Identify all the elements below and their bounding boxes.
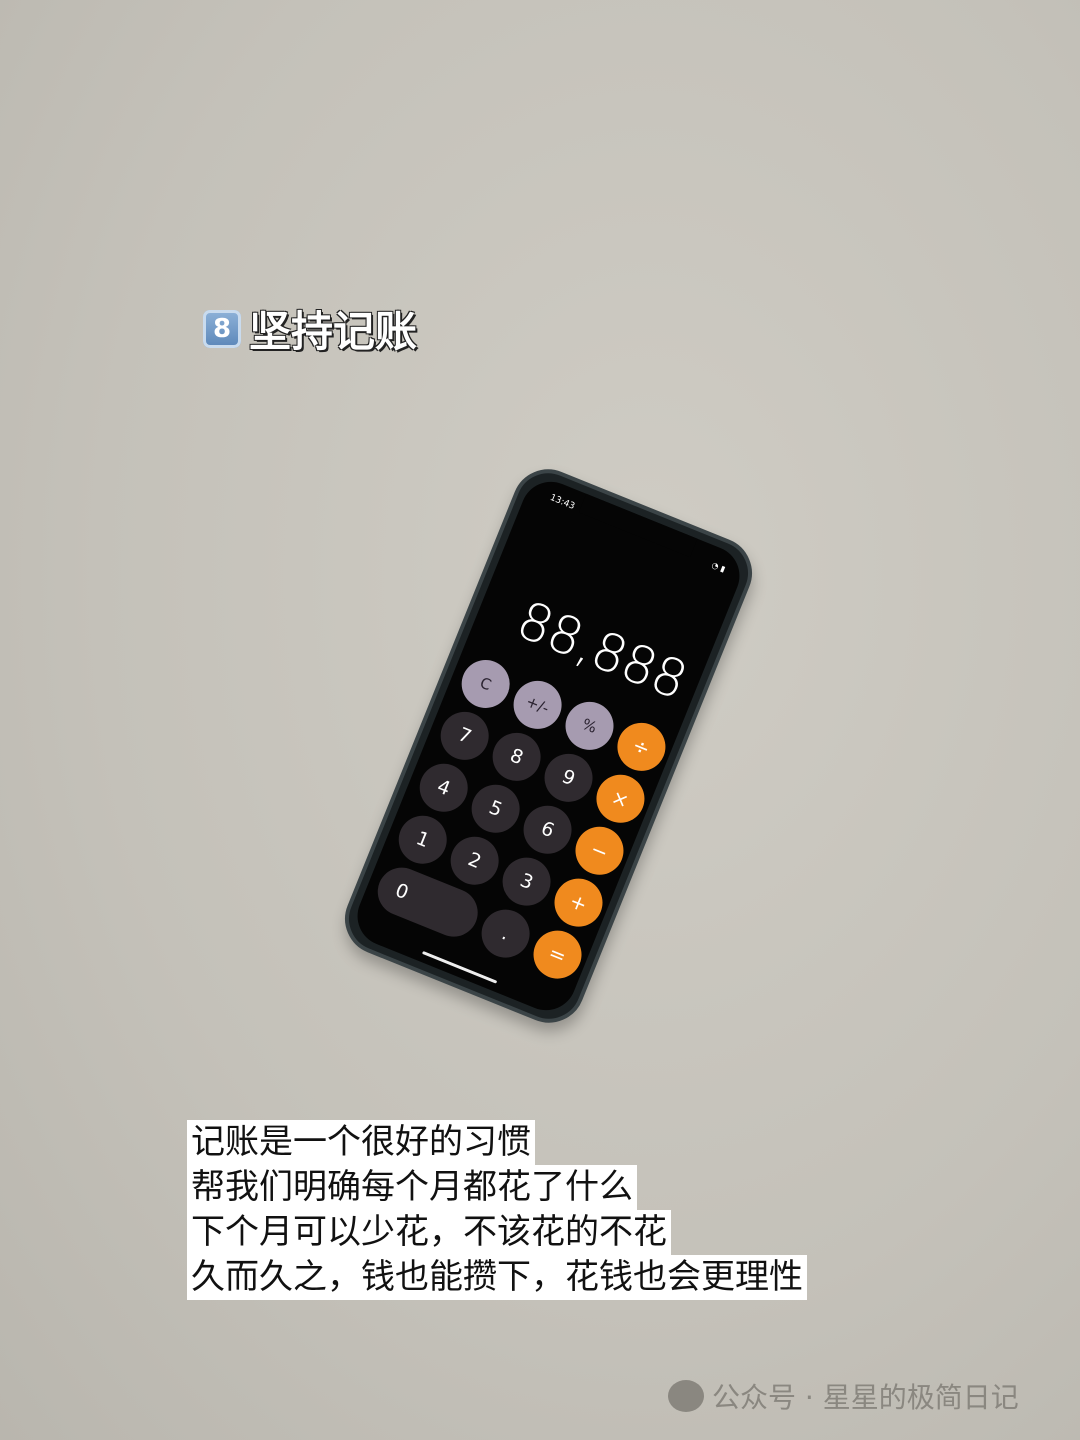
key-3[interactable]: 3: [495, 850, 558, 913]
key-6[interactable]: 6: [516, 798, 579, 861]
keypad: C +/- % ÷ 7 8 9 × 4 5 6 − 1 2 3 + 0 . =: [370, 652, 673, 986]
status-time: 13:43: [548, 492, 577, 512]
key-clear[interactable]: C: [454, 652, 517, 716]
key-sign[interactable]: +/-: [506, 673, 569, 737]
watermark-text: 公众号 · 星星的极简日记: [712, 1381, 1019, 1414]
caption-line: 帮我们明确每个月都花了什么: [187, 1165, 637, 1210]
watermark: 公众号 · 星星的极简日记: [668, 1376, 1019, 1416]
caption-line: 记账是一个很好的习惯: [187, 1120, 535, 1165]
wechat-icon: [668, 1380, 704, 1412]
wifi-battery-icon: ◔ ▮: [710, 560, 727, 574]
key-multiply[interactable]: ×: [589, 767, 652, 831]
title-text: 坚持记账: [249, 307, 418, 356]
notch: [578, 491, 698, 558]
key-9[interactable]: 9: [537, 746, 600, 810]
home-indicator: [421, 950, 497, 984]
key-1[interactable]: 1: [391, 808, 454, 871]
caption-line: 久而久之，钱也能攒下，花钱也会更理性: [187, 1255, 807, 1300]
key-decimal[interactable]: .: [474, 902, 537, 965]
key-minus[interactable]: −: [568, 819, 631, 882]
key-2[interactable]: 2: [443, 829, 506, 892]
key-8[interactable]: 8: [485, 725, 548, 789]
keycap-number-icon: 8: [203, 309, 241, 348]
caption-line: 下个月可以少花，不该花的不花: [187, 1210, 671, 1255]
section-title: 8 坚持记账: [203, 298, 417, 359]
key-equals[interactable]: =: [526, 923, 589, 986]
key-4[interactable]: 4: [412, 756, 475, 820]
key-plus[interactable]: +: [547, 871, 610, 934]
calculator-screen: 13:43 ◔ ▮ 88,888 C +/- % ÷ 7 8 9 × 4 5 6…: [348, 472, 749, 1020]
key-7[interactable]: 7: [433, 704, 496, 768]
phone: 13:43 ◔ ▮ 88,888 C +/- % ÷ 7 8 9 × 4 5 6…: [334, 458, 763, 1034]
caption: 记账是一个很好的习惯 帮我们明确每个月都花了什么 下个月可以少花，不该花的不花 …: [187, 1120, 807, 1300]
key-divide[interactable]: ÷: [610, 715, 673, 779]
key-5[interactable]: 5: [464, 777, 527, 841]
key-percent[interactable]: %: [558, 694, 621, 758]
